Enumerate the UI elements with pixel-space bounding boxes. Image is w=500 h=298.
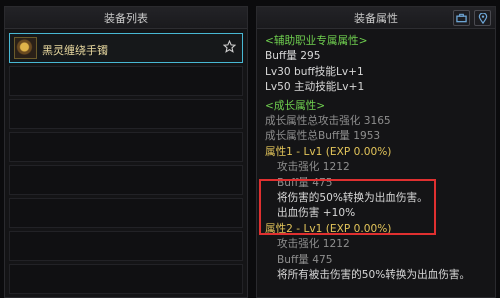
property2-description: 将所有被击伤害的50%转换为出血伤害。 — [277, 269, 471, 282]
lv50-skill: Lv50 主动技能Lv+1 — [265, 81, 365, 94]
equipment-list-header: 装备列表 — [5, 7, 247, 29]
section-growth: <成长属性> — [265, 99, 326, 112]
attribute-list: <辅助职业专属属性> Buff量 295 Lv30 buff技能Lv+1 Lv5… — [257, 29, 495, 289]
equipment-list-panel: 装备列表 黑灵缠绕手镯 — [4, 6, 248, 298]
item-name: 黑灵缠绕手镯 — [42, 44, 108, 57]
property1-attack: 攻击强化 1212 — [277, 161, 350, 174]
property2-attack: 攻击强化 1212 — [277, 238, 350, 251]
equipment-attributes-title: 装备属性 — [354, 11, 398, 25]
equipment-list: 黑灵缠绕手镯 — [5, 29, 247, 298]
equipment-slot-empty[interactable] — [9, 66, 243, 96]
growth-total-buff: 成长属性总Buff量 1953 — [265, 130, 381, 143]
equipment-attributes-header: 装备属性 — [257, 7, 495, 29]
location-pin-icon[interactable] — [474, 10, 491, 26]
equipment-slot-empty[interactable] — [9, 231, 243, 261]
favorite-star-icon[interactable] — [222, 39, 237, 56]
equipment-slot-empty[interactable] — [9, 198, 243, 228]
growth-total-attack: 成长属性总攻击强化 3165 — [265, 115, 391, 128]
hat-icon[interactable] — [453, 10, 470, 26]
equipment-slot-selected[interactable]: 黑灵缠绕手镯 — [9, 33, 243, 63]
equipment-list-title: 装备列表 — [104, 11, 148, 25]
lv30-skill: Lv30 buff技能Lv+1 — [265, 65, 364, 78]
equipment-slot-empty[interactable] — [9, 165, 243, 195]
equipment-slot-empty[interactable] — [9, 264, 243, 294]
equipment-slot-empty[interactable] — [9, 99, 243, 129]
section-class-exclusive: <辅助职业专属属性> — [265, 35, 368, 47]
bracelet-icon — [14, 37, 37, 59]
property2-buff: Buff量 475 — [277, 253, 333, 266]
property1-title: 属性1 - Lv1 (EXP 0.00%) — [265, 145, 392, 158]
equipment-attributes-panel: 装备属性 <辅助职业专属属性> Buff量 295 Lv30 buff技能Lv+… — [256, 6, 496, 298]
equipment-slot-empty[interactable] — [9, 132, 243, 162]
buff-value: Buff量 295 — [265, 50, 321, 63]
highlight-box — [259, 179, 436, 235]
